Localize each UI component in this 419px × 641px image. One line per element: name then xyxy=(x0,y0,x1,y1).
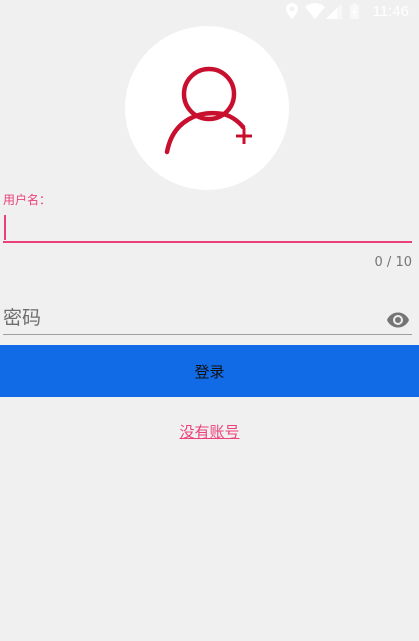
avatar[interactable] xyxy=(125,26,289,190)
username-underline xyxy=(3,241,412,243)
add-user-icon xyxy=(164,66,252,155)
status-bar: 11:46 xyxy=(0,0,419,24)
eye-icon[interactable] xyxy=(386,308,410,332)
wifi-icon xyxy=(305,3,325,19)
character-counter: 0 / 10 xyxy=(374,255,412,270)
signal-icon xyxy=(326,3,342,19)
username-label: 用户名： xyxy=(3,193,52,207)
location-icon xyxy=(286,3,298,19)
register-link[interactable]: 没有账号 xyxy=(0,421,419,442)
text-cursor xyxy=(4,215,6,240)
username-input[interactable] xyxy=(3,211,412,241)
password-underline xyxy=(3,334,412,335)
password-input[interactable] xyxy=(3,304,373,332)
login-button[interactable]: 登录 xyxy=(0,345,419,397)
battery-icon xyxy=(350,3,359,19)
status-time: 11:46 xyxy=(372,3,409,20)
